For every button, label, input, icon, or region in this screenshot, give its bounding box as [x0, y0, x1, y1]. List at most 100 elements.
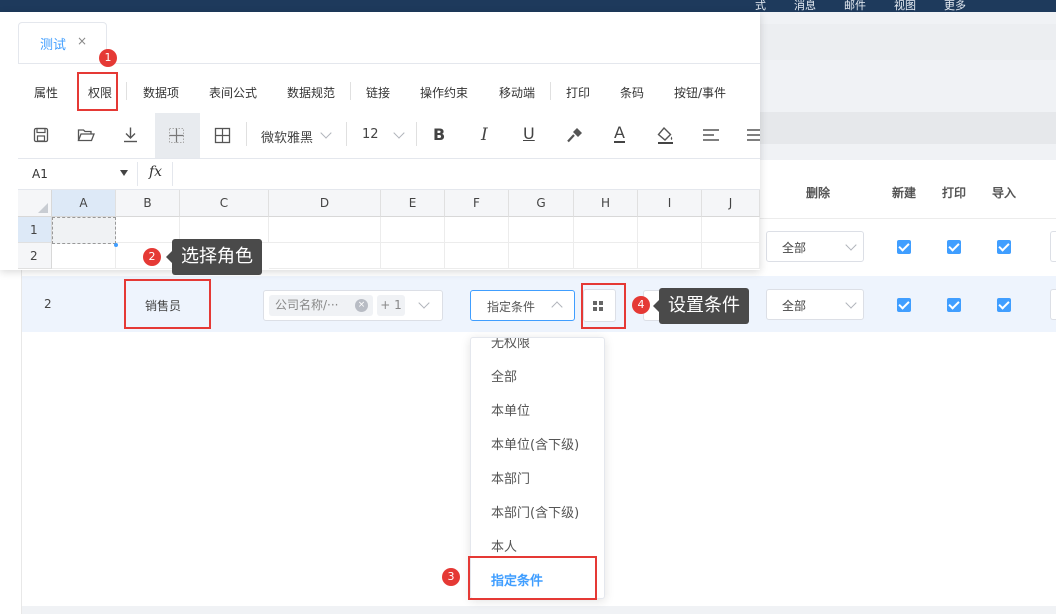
top-menu-item-mail[interactable]: 邮件 [844, 0, 866, 12]
delete-scope-select[interactable]: 全部 [766, 231, 864, 262]
column-header[interactable]: J [702, 190, 760, 217]
grid-cell[interactable] [638, 243, 702, 269]
font-size-select[interactable]: 12 [362, 127, 379, 142]
menu-properties[interactable]: 属性 [34, 84, 58, 101]
divider [137, 162, 138, 186]
option-own-dept[interactable]: 本部门 [491, 468, 530, 487]
top-menu-item[interactable]: 式 [755, 0, 766, 12]
grid-cell[interactable] [638, 217, 702, 243]
partial-select[interactable] [1050, 231, 1056, 262]
print-checkbox[interactable] [947, 298, 961, 312]
left-gutter [0, 270, 22, 614]
align-center-icon[interactable] [746, 128, 760, 142]
column-header[interactable]: G [509, 190, 574, 217]
menu-mobile[interactable]: 移动端 [499, 84, 535, 101]
background-panel [760, 112, 1056, 144]
header-delete: 删除 [806, 186, 831, 200]
background-panel [760, 24, 1056, 60]
option-all[interactable]: 全部 [491, 366, 517, 385]
close-icon[interactable]: × [77, 34, 87, 48]
top-menu-item-more[interactable]: 更多 [944, 0, 966, 12]
border-inner-icon[interactable] [168, 127, 185, 144]
highlight-role [124, 279, 211, 329]
header-import: 导入 [992, 186, 1017, 200]
column-header[interactable]: F [445, 190, 509, 217]
grid-cell[interactable] [445, 243, 509, 269]
print-checkbox[interactable] [947, 240, 961, 254]
font-color-icon[interactable]: A [614, 125, 625, 143]
grid-cell[interactable] [509, 217, 574, 243]
selected-cell-a1[interactable] [52, 217, 116, 244]
grid-cell[interactable] [116, 217, 180, 243]
create-checkbox[interactable] [897, 240, 911, 254]
fill-color-icon[interactable] [656, 126, 675, 145]
formula-bar [18, 158, 760, 190]
menu-link[interactable]: 链接 [366, 84, 390, 101]
grid-cell[interactable] [445, 217, 509, 243]
top-menu-item-messages[interactable]: 消息 [794, 0, 816, 12]
grid-cell[interactable] [574, 243, 638, 269]
download-icon[interactable] [122, 126, 139, 143]
row-header[interactable]: 1 [18, 217, 52, 243]
tooltip-select-role: 选择角色 [166, 239, 262, 275]
condition-select[interactable]: 指定条件 [470, 290, 575, 321]
divider [246, 122, 247, 146]
grid-cell[interactable] [52, 243, 116, 269]
grid-cell[interactable] [381, 243, 445, 269]
divider [350, 82, 351, 100]
top-menu-item-view[interactable]: 视图 [894, 0, 916, 12]
option-no-permission[interactable]: 无权限 [491, 338, 530, 351]
option-own-unit-sub[interactable]: 本单位(含下级) [491, 434, 579, 453]
column-header[interactable]: E [381, 190, 445, 217]
option-own-unit[interactable]: 本单位 [491, 400, 530, 419]
step-badge-2: 2 [143, 248, 161, 266]
align-left-icon[interactable] [702, 128, 720, 142]
column-header[interactable]: B [116, 190, 180, 217]
underline-icon[interactable]: U [523, 124, 535, 143]
folder-open-icon[interactable] [77, 127, 95, 143]
menu-barcode[interactable]: 条码 [620, 84, 644, 101]
import-checkbox[interactable] [997, 298, 1011, 312]
column-header[interactable]: H [574, 190, 638, 217]
option-own-dept-sub[interactable]: 本部门(含下级) [491, 502, 579, 521]
partial-select[interactable] [1050, 289, 1056, 320]
menu-button-event[interactable]: 按钮/事件 [674, 84, 726, 101]
field-count-badge: + 1 [377, 295, 405, 316]
grid-cell[interactable] [269, 217, 381, 243]
create-checkbox[interactable] [897, 298, 911, 312]
menu-table-formula[interactable]: 表间公式 [209, 84, 257, 101]
menu-data-rules[interactable]: 数据规范 [287, 84, 335, 101]
close-icon[interactable]: × [355, 299, 368, 312]
grid-cell[interactable] [702, 243, 760, 269]
divider [18, 63, 760, 64]
cell-reference-input[interactable]: A1 [32, 167, 48, 181]
format-painter-icon[interactable] [566, 126, 584, 144]
caret-down-icon[interactable] [120, 170, 128, 176]
grid-cell[interactable] [381, 217, 445, 243]
row-header[interactable]: 2 [18, 243, 52, 269]
select-all-corner[interactable] [18, 190, 52, 217]
border-all-icon[interactable] [214, 127, 231, 144]
option-self[interactable]: 本人 [491, 536, 517, 555]
fill-handle[interactable] [114, 243, 118, 247]
column-header[interactable]: I [638, 190, 702, 217]
column-header[interactable]: C [180, 190, 269, 217]
column-header[interactable]: D [269, 190, 381, 217]
grid-cell[interactable] [509, 243, 574, 269]
grid-cell[interactable] [702, 217, 760, 243]
tab-label[interactable]: 测试 [40, 34, 66, 53]
import-checkbox[interactable] [997, 240, 1011, 254]
menu-print[interactable]: 打印 [566, 84, 590, 101]
font-family-select[interactable]: 微软雅黑 [261, 127, 313, 146]
bold-icon[interactable]: B [433, 125, 445, 144]
column-header[interactable]: A [52, 190, 116, 217]
delete-scope-select[interactable]: 全部 [766, 289, 864, 320]
menu-constraints[interactable]: 操作约束 [420, 84, 468, 101]
condition-value: 指定条件 [487, 300, 536, 314]
chevron-up-icon [551, 301, 563, 313]
grid-cell[interactable] [574, 217, 638, 243]
italic-icon[interactable]: I [481, 125, 488, 145]
grid-cell[interactable] [269, 243, 381, 269]
save-icon[interactable] [33, 127, 49, 143]
menu-data-items[interactable]: 数据项 [143, 84, 179, 101]
